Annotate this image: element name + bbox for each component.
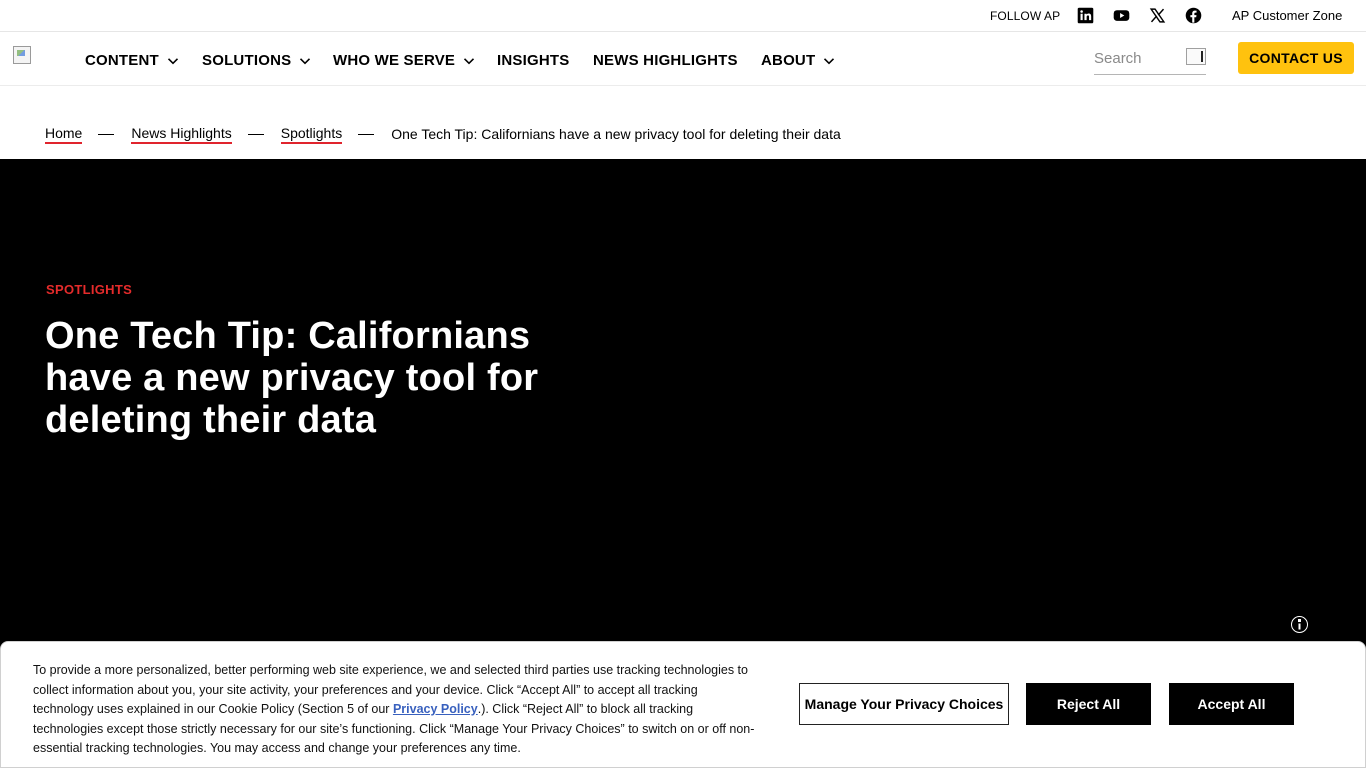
customer-zone-link[interactable]: AP Customer Zone (1232, 8, 1342, 23)
nav-insights[interactable]: INSIGHTS (497, 52, 569, 69)
breadcrumb-separator (98, 133, 115, 135)
linkedin-icon[interactable] (1077, 7, 1094, 24)
breadcrumb-separator (247, 133, 264, 135)
privacy-policy-link[interactable]: Privacy Policy (393, 702, 478, 716)
search-icon[interactable] (1186, 48, 1206, 65)
chevron-down-icon (299, 55, 311, 67)
category-tag[interactable]: SPOTLIGHTS (46, 282, 132, 297)
breadcrumb-spotlights[interactable]: Spotlights (280, 125, 343, 144)
reject-all-button[interactable]: Reject All (1026, 683, 1151, 725)
page-title: One Tech Tip: Californians have a new pr… (45, 315, 539, 441)
breadcrumb-current: One Tech Tip: Californians have a new pr… (391, 126, 841, 142)
accept-all-button[interactable]: Accept All (1169, 683, 1294, 725)
breadcrumb: Home News Highlights Spotlights One Tech… (45, 124, 841, 144)
nav-solutions-label: SOLUTIONS (202, 52, 292, 69)
ap-logo[interactable] (13, 46, 31, 64)
nav-about[interactable]: ABOUT (761, 52, 835, 69)
manage-privacy-choices-button[interactable]: Manage Your Privacy Choices (799, 683, 1009, 725)
breadcrumb-home[interactable]: Home (45, 125, 83, 144)
breadcrumb-separator (358, 133, 375, 135)
nav-about-label: ABOUT (761, 52, 816, 69)
nav-insights-label: INSIGHTS (497, 52, 570, 69)
search-input[interactable] (1094, 48, 1180, 68)
main-nav: CONTENT SOLUTIONS WHO WE SERVE INSIGHTS … (0, 32, 1366, 86)
nav-content[interactable]: CONTENT (85, 52, 179, 69)
facebook-icon[interactable] (1185, 7, 1202, 24)
nav-who-we-serve-label: WHO WE SERVE (333, 52, 456, 69)
cookie-text: To provide a more personalized, better p… (33, 661, 758, 759)
breadcrumb-news-highlights[interactable]: News Highlights (131, 125, 232, 144)
cookie-banner: To provide a more personalized, better p… (0, 641, 1366, 768)
info-icon[interactable] (1291, 616, 1308, 633)
chevron-down-icon (167, 55, 179, 67)
nav-solutions[interactable]: SOLUTIONS (202, 52, 311, 69)
chevron-down-icon (823, 55, 835, 67)
search-box (1094, 44, 1206, 75)
nav-news-highlights[interactable]: NEWS HIGHLIGHTS (593, 52, 738, 69)
contact-us-button[interactable]: CONTACT US (1238, 42, 1354, 74)
x-icon[interactable] (1149, 7, 1166, 24)
nav-who-we-serve[interactable]: WHO WE SERVE (333, 52, 475, 69)
nav-news-highlights-label: NEWS HIGHLIGHTS (593, 52, 738, 69)
nav-content-label: CONTENT (85, 52, 159, 69)
follow-ap-label: FOLLOW AP (990, 9, 1061, 23)
youtube-icon[interactable] (1113, 7, 1130, 24)
utility-bar: FOLLOW AP AP Customer Zone (0, 0, 1366, 32)
chevron-down-icon (463, 55, 475, 67)
